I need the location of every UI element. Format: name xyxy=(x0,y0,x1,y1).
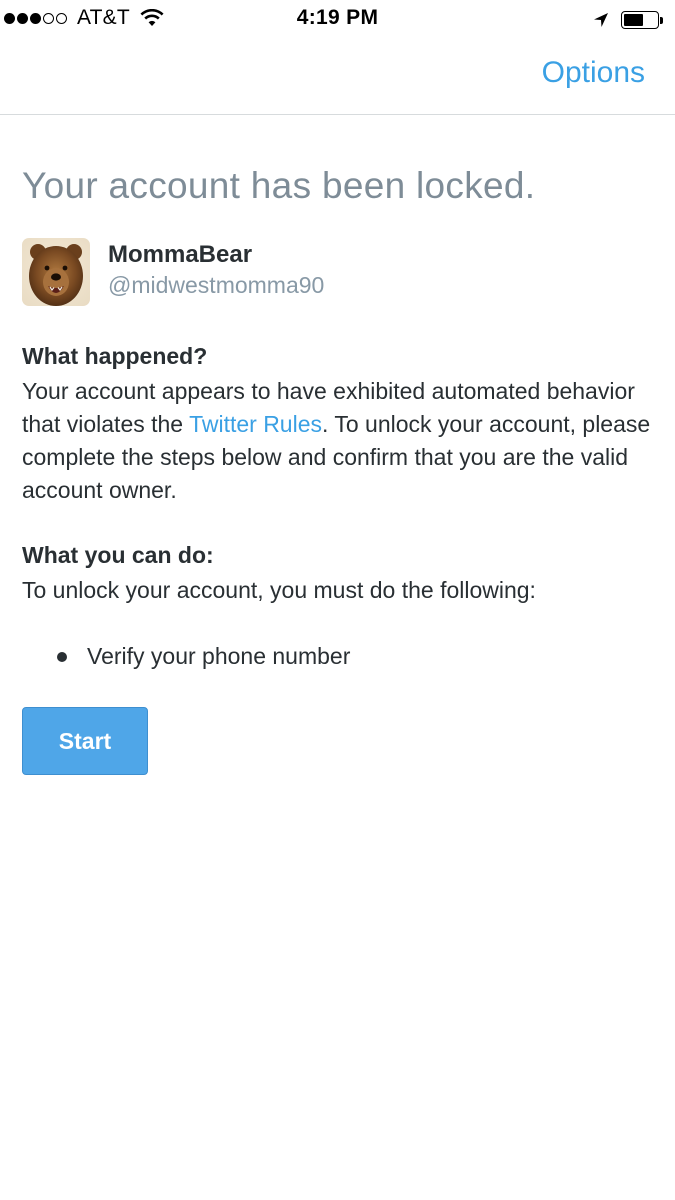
location-arrow-icon xyxy=(593,8,609,34)
start-button[interactable]: Start xyxy=(22,707,148,775)
navigation-bar: Options xyxy=(0,38,675,115)
battery-fill xyxy=(624,14,643,26)
page-title: Your account has been locked. xyxy=(22,165,536,206)
options-button[interactable]: Options xyxy=(542,56,645,90)
user-handle: @midwestmomma90 xyxy=(108,272,325,298)
what-happened-text: Your account appears to have exhibited a… xyxy=(22,375,652,507)
what-you-can-do-heading: What you can do: xyxy=(22,542,214,568)
status-right xyxy=(593,8,665,34)
avatar xyxy=(22,238,90,306)
battery-icon xyxy=(621,11,665,31)
list-item: Verify your phone number xyxy=(22,640,652,673)
status-bar: AT&T 4:19 PM xyxy=(0,0,675,38)
bear-avatar-icon xyxy=(22,238,90,306)
step-label: Verify your phone number xyxy=(87,643,351,669)
steps-list: Verify your phone number xyxy=(22,640,652,673)
battery-tip xyxy=(660,17,663,24)
display-name: MommaBear xyxy=(108,241,253,268)
twitter-rules-link[interactable]: Twitter Rules xyxy=(189,411,322,437)
what-happened-heading: What happened? xyxy=(22,343,208,369)
main-content: Your account has been locked. MommaBear … xyxy=(22,116,652,775)
status-time: 4:19 PM xyxy=(296,6,379,29)
screen: AT&T 4:19 PM Options Your account has be… xyxy=(0,0,675,1200)
profile-card: MommaBear @midwestmomma90 xyxy=(22,238,652,308)
what-you-can-do-intro: To unlock your account, you must do the … xyxy=(22,577,536,603)
bullet-icon xyxy=(57,652,67,662)
